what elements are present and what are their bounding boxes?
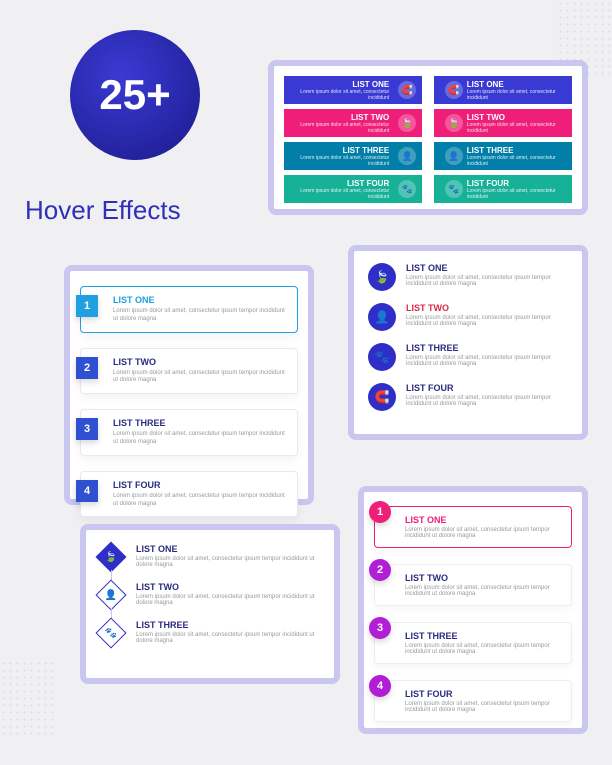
list-item[interactable]: 🧲LIST ONELorem ipsum dolor sit amet, con… (434, 76, 572, 104)
list-item[interactable]: 1LIST ONELorem ipsum dolor sit amet, con… (80, 286, 298, 333)
list-item[interactable]: 2LIST TWOLorem ipsum dolor sit amet, con… (80, 348, 298, 395)
number-badge: 1 (369, 501, 391, 523)
user-icon: 👤 (368, 303, 396, 331)
user-icon: 👤 (95, 579, 126, 610)
list-item[interactable]: 👤LIST THREELorem ipsum dolor sit amet, c… (434, 142, 572, 170)
panel-circle-icon-list: 🍃LIST ONELorem ipsum dolor sit amet, con… (348, 245, 588, 440)
list-item[interactable]: 🍃LIST TWOLorem ipsum dolor sit amet, con… (434, 109, 572, 137)
number-badge: 1 (76, 295, 98, 317)
list-item[interactable]: 3LIST THREELorem ipsum dolor sit amet, c… (374, 622, 572, 664)
magnet-icon: 🧲 (445, 81, 463, 99)
list-item[interactable]: 👤LIST TWOLorem ipsum dolor sit amet, con… (368, 303, 568, 331)
user-icon: 👤 (445, 147, 463, 165)
leaf-icon: 🍃 (398, 114, 416, 132)
list-item[interactable]: 🐾LIST THREELorem ipsum dolor sit amet, c… (100, 620, 320, 644)
number-badge: 3 (369, 617, 391, 639)
hero-badge: 25+ (70, 30, 200, 160)
paw-icon: 🐾 (368, 343, 396, 371)
magnet-icon: 🧲 (398, 81, 416, 99)
list-item[interactable]: 👤LIST TWOLorem ipsum dolor sit amet, con… (100, 582, 320, 606)
column-right: 🧲LIST ONELorem ipsum dolor sit amet, con… (434, 76, 572, 208)
paw-icon: 🐾 (445, 180, 463, 198)
list-item[interactable]: LIST FOURLorem ipsum dolor sit amet, con… (284, 175, 422, 203)
list-item[interactable]: 2LIST TWOLorem ipsum dolor sit amet, con… (374, 564, 572, 606)
list-item[interactable]: 3LIST THREELorem ipsum dolor sit amet, c… (80, 409, 298, 456)
user-icon: 👤 (398, 147, 416, 165)
list-item[interactable]: LIST TWOLorem ipsum dolor sit amet, cons… (284, 109, 422, 137)
hero-subtitle: Hover Effects (25, 195, 181, 226)
number-badge: 2 (369, 559, 391, 581)
number-badge: 2 (76, 357, 98, 379)
panel-numbered-list: 1LIST ONELorem ipsum dolor sit amet, con… (64, 265, 314, 505)
column-left: LIST ONELorem ipsum dolor sit amet, cons… (284, 76, 422, 208)
leaf-icon: 🍃 (95, 541, 126, 572)
list-item[interactable]: 🧲LIST FOURLorem ipsum dolor sit amet, co… (368, 383, 568, 411)
list-item[interactable]: 🍃LIST ONELorem ipsum dolor sit amet, con… (100, 544, 320, 568)
list-item[interactable]: 4LIST FOURLorem ipsum dolor sit amet, co… (80, 471, 298, 518)
list-item[interactable]: 🐾LIST FOURLorem ipsum dolor sit amet, co… (434, 175, 572, 203)
list-item[interactable]: LIST THREELorem ipsum dolor sit amet, co… (284, 142, 422, 170)
number-badge: 4 (369, 675, 391, 697)
list-item[interactable]: 1LIST ONELorem ipsum dolor sit amet, con… (374, 506, 572, 548)
paw-icon: 🐾 (398, 180, 416, 198)
number-badge: 3 (76, 418, 98, 440)
number-badge: 4 (76, 480, 98, 502)
paw-icon: 🐾 (95, 617, 126, 648)
panel-colored-bars: LIST ONELorem ipsum dolor sit amet, cons… (268, 60, 588, 215)
leaf-icon: 🍃 (445, 114, 463, 132)
panel-pink-numbered-list: 1LIST ONELorem ipsum dolor sit amet, con… (358, 486, 588, 734)
decorative-dots (0, 660, 55, 735)
list-item[interactable]: 4LIST FOURLorem ipsum dolor sit amet, co… (374, 680, 572, 722)
leaf-icon: 🍃 (368, 263, 396, 291)
list-item[interactable]: LIST ONELorem ipsum dolor sit amet, cons… (284, 76, 422, 104)
magnet-icon: 🧲 (368, 383, 396, 411)
list-item[interactable]: 🐾LIST THREELorem ipsum dolor sit amet, c… (368, 343, 568, 371)
badge-text: 25+ (99, 71, 170, 119)
list-item[interactable]: 🍃LIST ONELorem ipsum dolor sit amet, con… (368, 263, 568, 291)
panel-diamond-timeline: 🍃LIST ONELorem ipsum dolor sit amet, con… (80, 524, 340, 684)
